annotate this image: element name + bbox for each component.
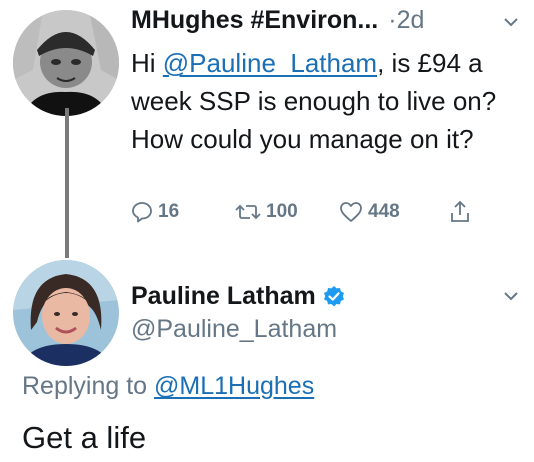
tweet-timestamp[interactable]: ·2d: [388, 6, 424, 35]
comment-icon: [132, 202, 152, 223]
tweet-actions: 16 100 448: [131, 200, 471, 224]
retweet-button[interactable]: 100: [235, 201, 339, 223]
tweet-text: Hi @Pauline_Latham, is £94 a week SSP is…: [131, 44, 521, 158]
avatar-mhughes[interactable]: [13, 10, 119, 116]
tweet-text-suffix: , is £94: [377, 48, 461, 78]
reply-author-name[interactable]: Pauline Latham: [131, 282, 316, 311]
reply-button[interactable]: 16: [131, 201, 235, 223]
reply-text: Get a life: [22, 420, 147, 455]
retweet-icon: [235, 204, 261, 220]
tweet-header: MHughes #Environ... ·2d: [131, 6, 424, 35]
avatar-mhughes-image: [13, 10, 119, 116]
avatar-pauline-latham-image: [13, 260, 119, 366]
reply-header: Pauline Latham: [131, 282, 346, 311]
mention-link[interactable]: @Pauline_Latham: [163, 48, 377, 78]
replying-to-mention-link[interactable]: @ML1Hughes: [154, 372, 314, 400]
share-icon: [451, 200, 469, 222]
like-button[interactable]: 448: [339, 201, 449, 223]
reply-author-handle[interactable]: @Pauline_Latham: [131, 315, 337, 344]
avatar-pauline-latham[interactable]: [13, 260, 119, 366]
heart-icon: [340, 202, 362, 222]
tweet-author-name[interactable]: MHughes #Environ...: [131, 6, 378, 35]
verified-badge-icon: [323, 285, 344, 306]
chevron-down-icon[interactable]: [503, 290, 519, 302]
like-count: 448: [368, 201, 400, 222]
replying-to-prefix: Replying to: [22, 372, 155, 400]
chevron-down-icon[interactable]: [503, 16, 519, 28]
retweet-count: 100: [266, 201, 298, 222]
replying-to-line: Replying to @ML1Hughes: [22, 372, 314, 401]
thread-connector-line: [65, 108, 69, 258]
share-button[interactable]: [449, 200, 471, 224]
reply-count: 16: [158, 201, 180, 222]
tweet-text-prefix: Hi: [131, 48, 163, 78]
